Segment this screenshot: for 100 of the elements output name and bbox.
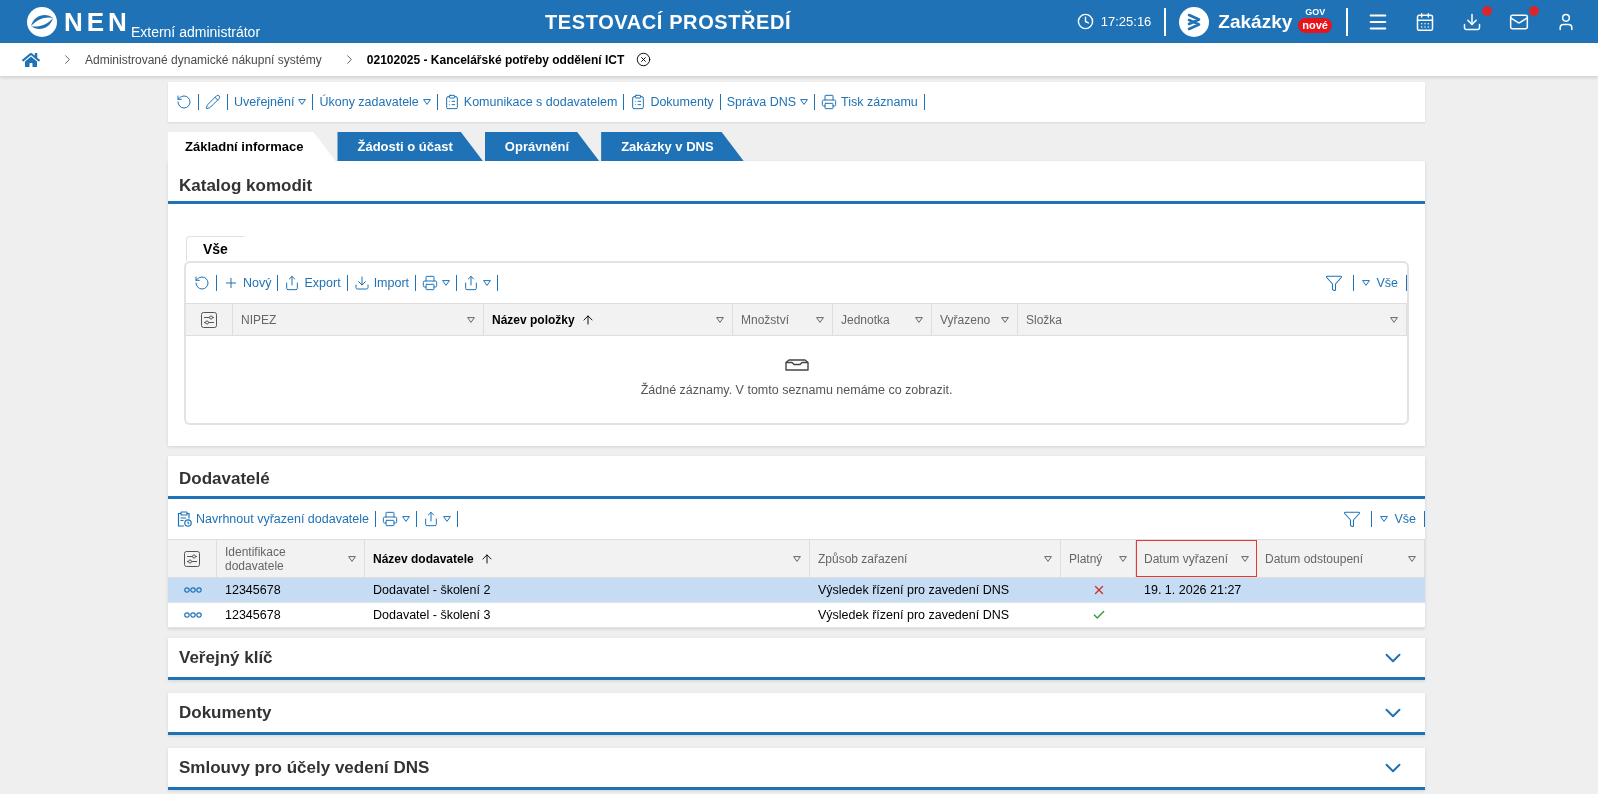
refresh-icon[interactable]: [194, 275, 210, 291]
toolbar-button[interactable]: Dokumenty: [624, 90, 720, 114]
toolbar-button[interactable]: Navrhnout vyřazení dodavatele: [170, 507, 376, 531]
printer-icon: [821, 94, 838, 110]
upload-icon: [423, 511, 440, 527]
filter-icon[interactable]: [1343, 510, 1362, 528]
caret-icon: [915, 316, 923, 323]
caret-icon: [467, 316, 475, 323]
pencil-icon[interactable]: [205, 94, 221, 110]
caret-icon: [800, 99, 809, 105]
portal-name[interactable]: Zakázky: [1218, 10, 1293, 33]
column-header[interactable]: Vyřazeno: [932, 304, 1018, 335]
dropdown-button[interactable]: Úkony zadavatele: [313, 90, 437, 114]
environment-title: TESTOVACÍ PROSTŘEDÍ: [545, 9, 792, 34]
upload-icon: [463, 275, 480, 291]
column-header[interactable]: Datum odstoupení: [1257, 540, 1425, 577]
column-header[interactable]: Platný: [1061, 540, 1136, 577]
clipboard-icon: [443, 94, 460, 110]
printer-icon: [422, 275, 439, 291]
app-name: NEN: [64, 8, 131, 35]
caret-icon: [1044, 555, 1052, 562]
logo-icon[interactable]: [27, 6, 57, 37]
download-icon: [353, 275, 370, 291]
table-cell-text: Výsledek řízení pro zavedení DNS: [818, 581, 1010, 599]
caret-icon: [1119, 555, 1127, 562]
dropdown-button[interactable]: Správa DNS: [720, 90, 815, 114]
column-settings-icon[interactable]: [201, 311, 217, 328]
toolbar-button[interactable]: Komunikace s dodavatelem: [437, 90, 624, 114]
table-cell-text: Dodavatel - školení 2: [373, 581, 491, 599]
empty-tray-icon: [784, 359, 809, 372]
section-title: Smlouvy pro účely vedení DNS: [179, 757, 430, 778]
toolbar-button[interactable]: Nový: [217, 271, 278, 295]
upload-icon: [284, 275, 301, 291]
tab[interactable]: Zakázky v DNS: [601, 132, 744, 161]
caret-icon: [402, 516, 411, 522]
table-cell-text: 12345678: [225, 581, 281, 599]
caret-icon: [442, 280, 451, 286]
caret-icon: [793, 555, 801, 562]
refresh-icon[interactable]: [176, 94, 192, 110]
logo-icon[interactable]: [1179, 6, 1210, 37]
table-cell-text: Dodavatel - školení 3: [373, 606, 491, 624]
toolbar-button[interactable]: Tisk záznamu: [815, 90, 924, 114]
caret-icon: [1390, 316, 1398, 323]
calendar-icon: [1414, 11, 1435, 32]
panel-title: Katalog komodit: [179, 176, 314, 196]
column-header[interactable]: Jednotka: [833, 304, 932, 335]
caret-icon: [298, 99, 307, 105]
table-cell-text: Výsledek řízení pro zavedení DNS: [818, 606, 1010, 624]
panel-title: Dodavatelé: [179, 469, 271, 489]
column-header[interactable]: Datum vyřazení: [1136, 540, 1257, 577]
section-title: Veřejný klíč: [179, 647, 273, 668]
ellipsis-icon[interactable]: [183, 612, 202, 618]
section-title: Dokumenty: [179, 702, 272, 723]
new-badge: nové: [1298, 18, 1332, 33]
column-header[interactable]: Název položky: [484, 304, 733, 335]
table-row[interactable]: 12345678 Dodavatel - školení 2 Výsledek řízení pro zavedení DNS 19. 1. 2026 21:27: [168, 578, 1425, 603]
table-row[interactable]: 12345678 Dodavatel - školení 3 Výsledek řízení pro zavedení DNS: [168, 603, 1425, 628]
breadcrumb-current: 02102025 - Kancelářské potřeby oddělení ICT: [366, 51, 625, 69]
time-label: 17:25:16: [1100, 12, 1152, 31]
filter-icon[interactable]: [1325, 274, 1344, 292]
view-select-button[interactable]: Vše: [1372, 507, 1424, 531]
column-header[interactable]: Složka: [1018, 304, 1407, 335]
table-cell-text: 12345678: [225, 606, 281, 624]
clipboard-icon: [176, 511, 192, 527]
caret-icon: [443, 516, 452, 522]
home-icon[interactable]: [22, 51, 40, 68]
ellipsis-icon[interactable]: [183, 587, 202, 593]
caret-icon: [716, 316, 724, 323]
column-header[interactable]: Množství: [733, 304, 833, 335]
toolbar-button[interactable]: Export: [278, 271, 347, 295]
printer-icon: [382, 511, 399, 527]
tab[interactable]: Žádosti o účast: [337, 132, 483, 161]
table-cell-text: 19. 1. 2026 21:27: [1144, 581, 1242, 599]
toolbar-button[interactable]: Import: [347, 271, 416, 295]
clipboard-icon: [630, 94, 647, 110]
column-header[interactable]: Způsob zařazení: [810, 540, 1061, 577]
empty-message: Žádné záznamy. V tomto seznamu nemáme co zobrazit.: [640, 381, 953, 400]
caret-icon: [483, 280, 492, 286]
view-select-button[interactable]: Vše: [1354, 271, 1406, 295]
caret-icon: [816, 316, 824, 323]
caret-icon: [348, 555, 356, 562]
plus-icon: [223, 275, 239, 291]
tab[interactable]: Základní informace: [168, 132, 336, 161]
user-role: Externí administrátor: [130, 24, 261, 40]
column-header[interactable]: Identifikace dodavatele: [217, 540, 365, 577]
caret-icon: [1001, 316, 1009, 323]
caret-icon: [1362, 280, 1371, 286]
breadcrumb-link[interactable]: Administrované dynamické nákupní systémy: [85, 50, 322, 69]
column-settings-icon[interactable]: [184, 550, 200, 567]
close-icon[interactable]: [636, 52, 652, 67]
column-header[interactable]: Název dodavatele: [365, 540, 810, 577]
tab[interactable]: Oprávnění: [484, 132, 600, 161]
caret-icon: [1241, 555, 1249, 562]
download-icon: [1461, 11, 1482, 32]
clock-icon: [1076, 13, 1094, 30]
caret-icon: [1380, 516, 1389, 522]
portal-superscript: GOV: [1305, 7, 1326, 17]
dropdown-button[interactable]: Uveřejnění: [228, 90, 313, 114]
column-header[interactable]: NIPEZ: [233, 304, 484, 335]
caret-icon: [1408, 555, 1416, 562]
